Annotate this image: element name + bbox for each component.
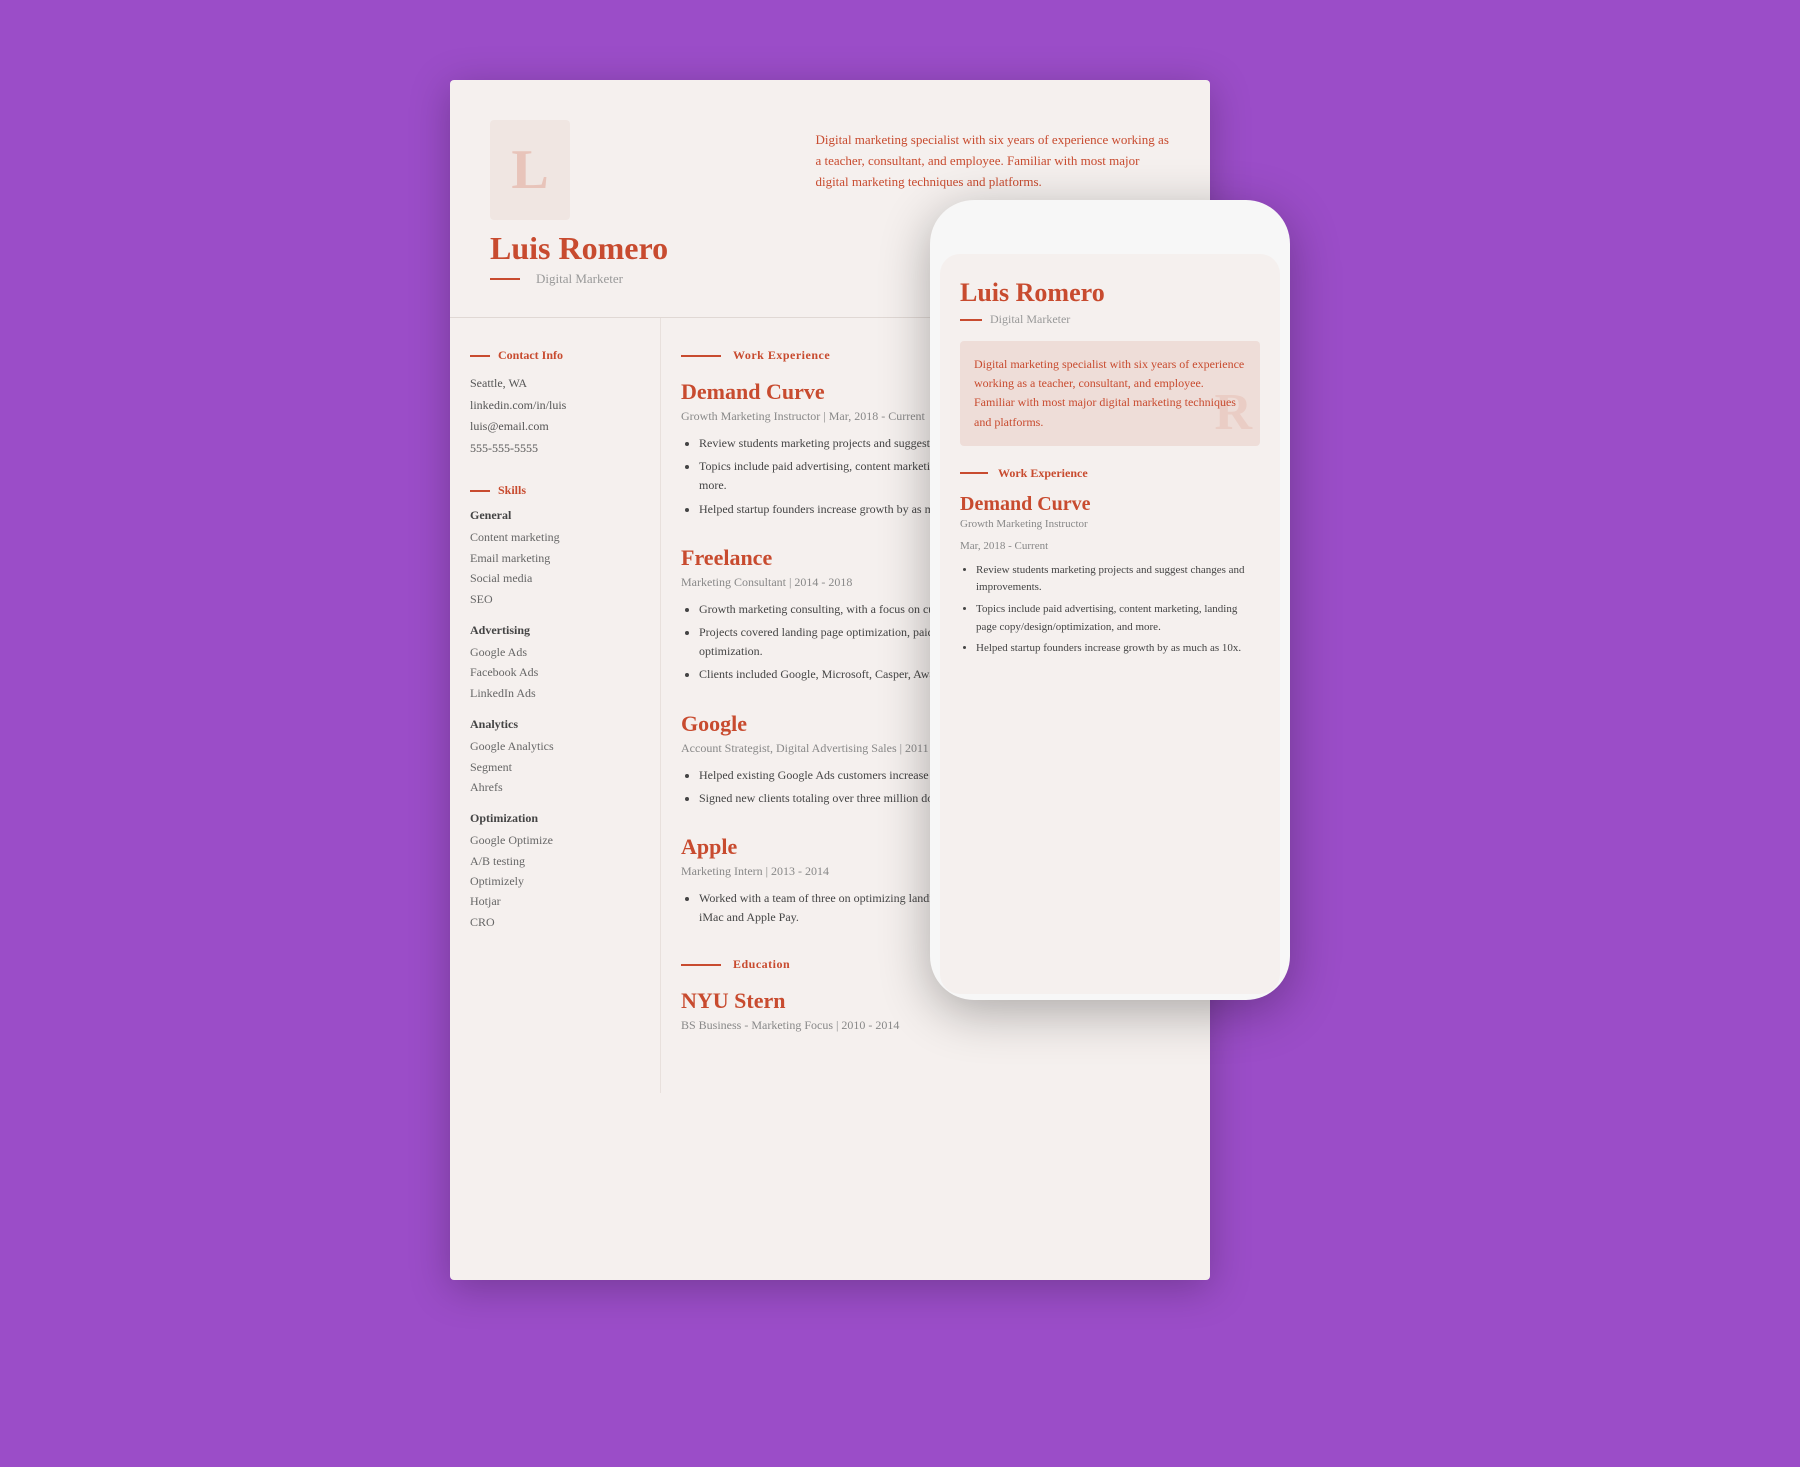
mobile-summary: Digital marketing specialist with six ye… [960, 341, 1260, 446]
skills-label: Skills [498, 483, 526, 498]
skill-google-ads: Google Ads [470, 642, 640, 662]
mobile-job-company: Demand Curve [960, 493, 1260, 516]
contact-heading: Contact Info [470, 348, 640, 363]
general-title: General [470, 508, 640, 523]
monogram-block: L [490, 120, 570, 220]
mobile-work-heading: Work Experience [960, 466, 1260, 481]
contact-email: luis@email.com [470, 416, 640, 438]
mobile-work-label: Work Experience [998, 466, 1088, 481]
mobile-job-meta-line2: Mar, 2018 - Current [960, 540, 1260, 552]
name-title: Luis Romero Digital Marketer [490, 230, 785, 287]
skill-google-analytics: Google Analytics [470, 736, 640, 756]
skill-email-marketing: Email marketing [470, 548, 640, 568]
job-title: Digital Marketer [536, 271, 623, 287]
header-right: Digital marketing specialist with six ye… [815, 120, 1170, 192]
skills-analytics: Analytics Google Analytics Segment Ahref… [470, 717, 640, 797]
monogram-letter: L [511, 138, 548, 202]
contact-linkedin: linkedin.com/in/luis [470, 395, 640, 417]
phone-notch [1050, 220, 1170, 244]
education-heading-line [681, 964, 721, 966]
mobile-subtitle: Digital Marketer [960, 312, 1260, 327]
sidebar: Contact Info Seattle, WA linkedin.com/in… [450, 318, 660, 1093]
full-name: Luis Romero [490, 230, 785, 267]
mobile-job-meta-line1: Growth Marketing Instructor [960, 518, 1260, 530]
skill-ab-testing: A/B testing [470, 851, 640, 871]
mobile-bullet-item: Helped startup founders increase growth … [976, 640, 1260, 658]
work-experience-label: Work Experience [733, 348, 830, 363]
analytics-title: Analytics [470, 717, 640, 732]
skills-optimization: Optimization Google Optimize A/B testing… [470, 811, 640, 932]
optimization-title: Optimization [470, 811, 640, 826]
contact-label: Contact Info [498, 348, 563, 363]
skills-section: Skills General Content marketing Email m… [470, 483, 640, 932]
mobile-job-bullets: Review students marketing projects and s… [960, 562, 1260, 658]
skill-ahrefs: Ahrefs [470, 777, 640, 797]
mobile-name: Luis Romero [960, 278, 1260, 308]
skill-social-media: Social media [470, 568, 640, 588]
mobile-title: Digital Marketer [990, 312, 1070, 327]
mobile-wrapper: Luis Romero Digital Marketer Digital mar… [930, 200, 1290, 1000]
title-divider [490, 278, 520, 280]
school-meta: BS Business - Marketing Focus | 2010 - 2… [681, 1018, 1180, 1033]
header-left: L Luis Romero Digital Marketer [490, 120, 785, 287]
skill-google-optimize: Google Optimize [470, 830, 640, 850]
work-heading-line [681, 355, 721, 357]
summary-text: Digital marketing specialist with six ye… [815, 130, 1170, 192]
skills-heading: Skills [470, 483, 640, 498]
advertising-title: Advertising [470, 623, 640, 638]
skill-facebook-ads: Facebook Ads [470, 662, 640, 682]
mobile-work-line [960, 472, 988, 474]
contact-phone: 555-555-5555 [470, 438, 640, 460]
page-container: L Luis Romero Digital Marketer Digital m… [450, 80, 1350, 1280]
contact-info: Seattle, WA linkedin.com/in/luis luis@em… [470, 373, 640, 459]
contact-line [470, 355, 490, 357]
mobile-phone: Luis Romero Digital Marketer Digital mar… [930, 200, 1290, 1000]
skill-content-marketing: Content marketing [470, 527, 640, 547]
skill-linkedin-ads: LinkedIn Ads [470, 683, 640, 703]
contact-section: Contact Info Seattle, WA linkedin.com/in… [470, 348, 640, 459]
skill-segment: Segment [470, 757, 640, 777]
skill-hotjar: Hotjar [470, 891, 640, 911]
job-title-line: Digital Marketer [490, 271, 785, 287]
skills-line [470, 490, 490, 492]
skill-cro: CRO [470, 912, 640, 932]
skill-seo: SEO [470, 589, 640, 609]
contact-city: Seattle, WA [470, 373, 640, 395]
mobile-title-line [960, 319, 982, 321]
skills-advertising: Advertising Google Ads Facebook Ads Link… [470, 623, 640, 703]
skills-general: General Content marketing Email marketin… [470, 508, 640, 609]
mobile-summary-text: Digital marketing specialist with six ye… [974, 355, 1246, 432]
mobile-bullet-item: Review students marketing projects and s… [976, 562, 1260, 597]
skill-optimizely: Optimizely [470, 871, 640, 891]
phone-screen: Luis Romero Digital Marketer Digital mar… [940, 254, 1280, 994]
education-label: Education [733, 957, 790, 972]
mobile-bullet-item: Topics include paid advertising, content… [976, 601, 1260, 636]
